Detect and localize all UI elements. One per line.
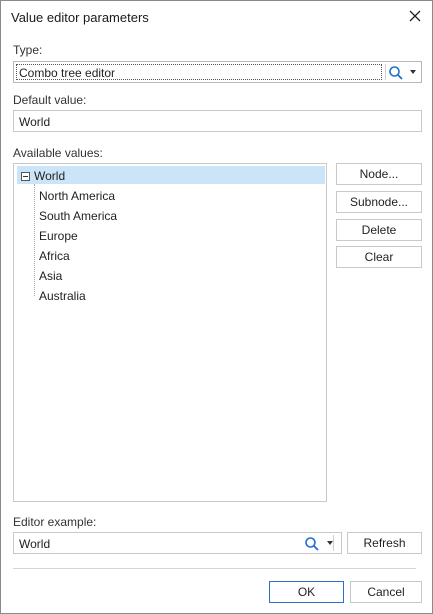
tree-connector-line xyxy=(34,184,35,296)
editor-example-label: Editor example: xyxy=(13,515,97,529)
type-selected-value: Combo tree editor xyxy=(16,64,382,80)
search-icon[interactable] xyxy=(304,536,320,552)
search-icon[interactable] xyxy=(388,65,404,81)
node-button[interactable]: Node... xyxy=(336,163,422,185)
available-values-label: Available values: xyxy=(13,146,103,160)
tree-node-north-america[interactable]: North America xyxy=(39,189,115,203)
example-separator xyxy=(333,535,334,551)
default-value-label: Default value: xyxy=(13,93,87,107)
tree-node-south-america[interactable]: South America xyxy=(39,209,117,223)
dropdown-arrow-icon[interactable] xyxy=(410,70,416,74)
editor-example-value: World xyxy=(19,537,51,551)
type-label: Type: xyxy=(13,43,43,57)
ok-button[interactable]: OK xyxy=(269,581,344,603)
tree-node-world[interactable]: World xyxy=(17,166,325,184)
dialog-title: Value editor parameters xyxy=(11,10,149,25)
tree-node-australia[interactable]: Australia xyxy=(39,289,86,303)
tree-node-africa[interactable]: Africa xyxy=(39,249,70,263)
clear-button[interactable]: Clear xyxy=(336,246,422,268)
value-editor-dialog: Value editor parameters Type: Combo tree… xyxy=(0,0,433,614)
close-button[interactable] xyxy=(404,5,426,27)
subnode-button[interactable]: Subnode... xyxy=(336,191,422,213)
default-value-input[interactable]: World xyxy=(13,110,422,132)
refresh-button[interactable]: Refresh xyxy=(347,532,422,554)
cancel-button[interactable]: Cancel xyxy=(350,581,422,603)
tree-node-asia[interactable]: Asia xyxy=(39,269,62,283)
close-icon xyxy=(409,10,421,22)
delete-button[interactable]: Delete xyxy=(336,219,422,241)
editor-example-combo[interactable]: World xyxy=(13,532,342,554)
available-values-tree[interactable]: World North America South America Europe… xyxy=(13,163,327,502)
type-combo[interactable]: Combo tree editor xyxy=(13,61,422,83)
tree-node-label: World xyxy=(34,169,66,183)
dropdown-arrow-icon[interactable] xyxy=(327,541,333,545)
default-value-text: World xyxy=(19,115,51,129)
collapse-icon[interactable] xyxy=(21,172,30,181)
type-separator xyxy=(385,64,386,80)
footer-divider xyxy=(13,568,416,569)
type-value-text: Combo tree editor xyxy=(19,66,116,80)
tree-node-europe[interactable]: Europe xyxy=(39,229,78,243)
